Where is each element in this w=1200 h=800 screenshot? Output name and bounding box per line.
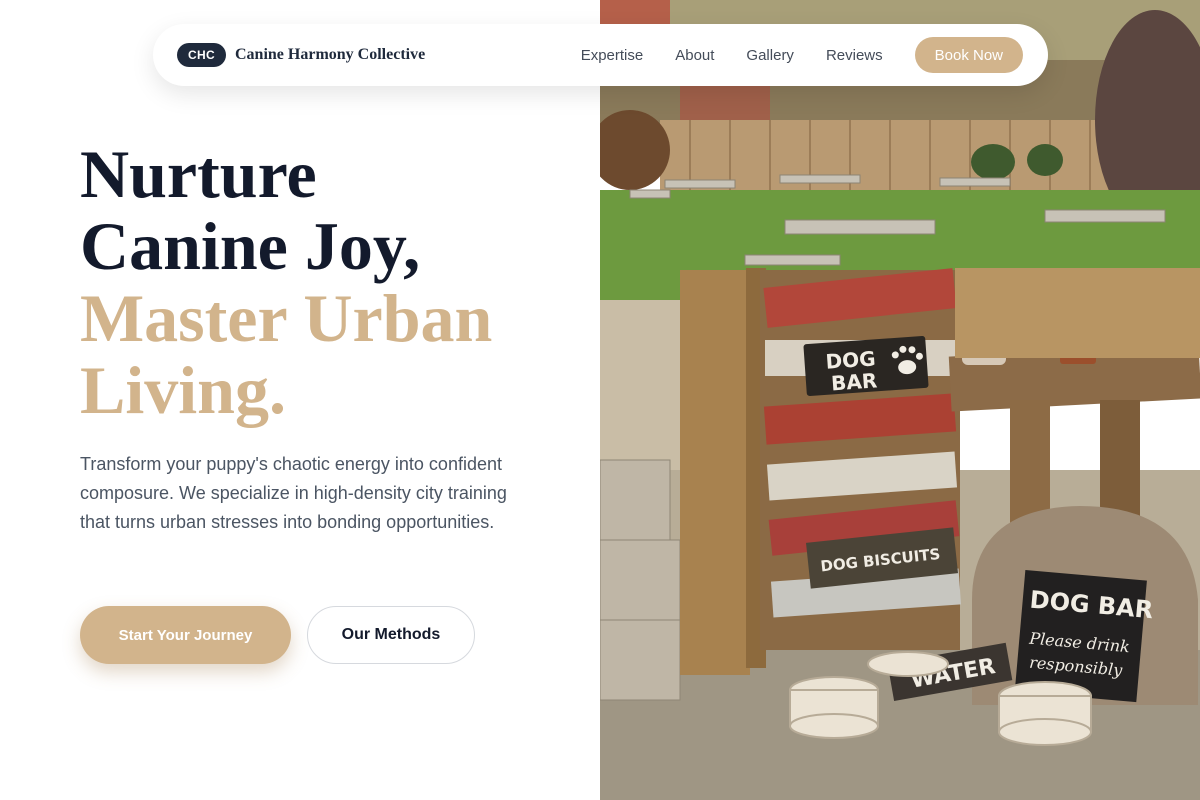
start-journey-button[interactable]: Start Your Journey [80,606,291,664]
book-now-button[interactable]: Book Now [914,37,1023,73]
our-methods-button[interactable]: Our Methods [307,606,475,664]
nav-link-gallery[interactable]: Gallery [746,47,794,64]
nav-link-about[interactable]: About [675,47,714,64]
nav-links: Expertise About Gallery Reviews Book Now [581,37,1023,73]
hero-title: Nurture Canine Joy, Master Urban Living. [80,138,580,426]
dog-bar-photo-illustration: DOG BAR DOG BISCUITS DOG BAR Please drin… [600,0,1200,800]
hero-title-line4: Living. [80,352,286,428]
brand-badge: CHC [177,43,226,67]
dog-bar-sign-line2: BAR [830,368,878,395]
hero-description: Transform your puppy's chaotic energy in… [80,454,507,532]
hero-photo: DOG BAR DOG BISCUITS DOG BAR Please drin… [600,0,1200,800]
hero-title-line1: Nurture [80,136,317,212]
nav-link-reviews[interactable]: Reviews [826,47,883,64]
nav-link-expertise[interactable]: Expertise [581,47,644,64]
brand-name: Canine Harmony Collective [235,46,426,63]
hero-title-line2: Canine Joy, [80,208,421,284]
top-navigation: CHC Canine Harmony Collective Expertise … [153,24,1048,86]
brand[interactable]: CHC Canine Harmony Collective [177,43,425,67]
hero-title-line3: Master Urban [80,280,493,356]
